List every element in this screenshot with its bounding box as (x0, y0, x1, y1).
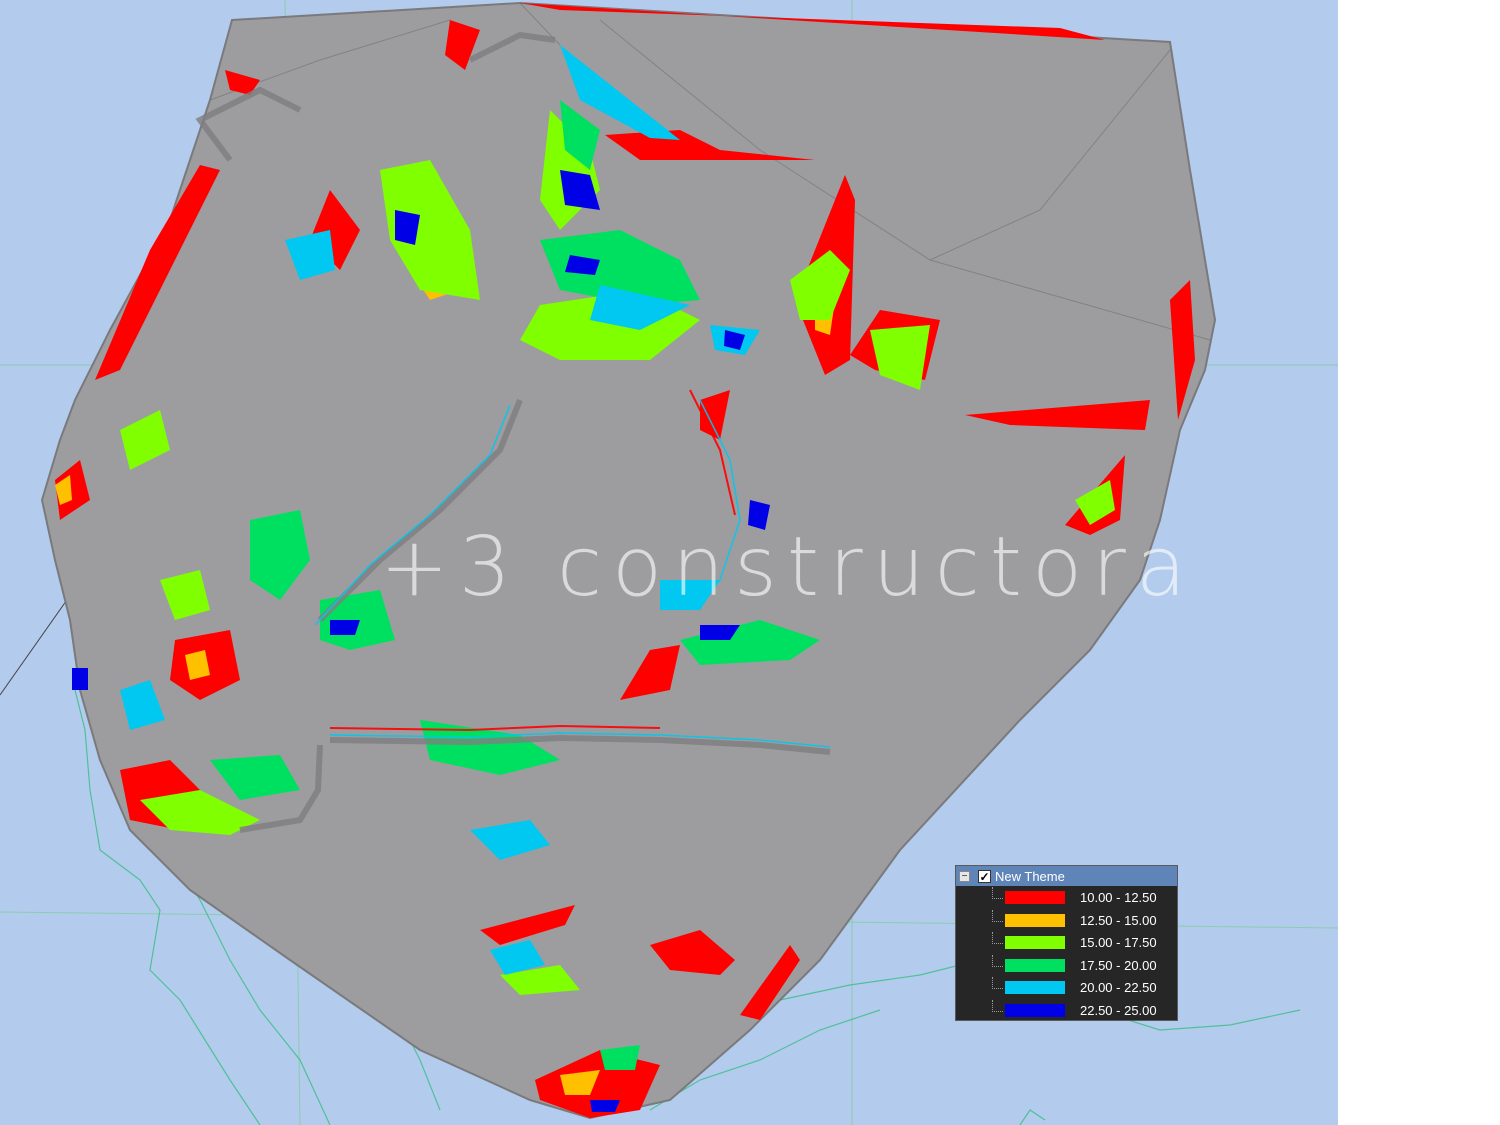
legend-label: 22.50 - 25.00 (1080, 1002, 1157, 1018)
legend-item[interactable]: 20.00 - 22.50 (956, 977, 1177, 1000)
minus-box-icon[interactable]: − (959, 870, 970, 882)
checkmark-icon[interactable]: ✓ (978, 869, 991, 883)
legend-item[interactable]: 15.00 - 17.50 (956, 932, 1177, 955)
legend-panel: − ✓ New Theme 10.00 - 12.50 12.50 - 15.00… (955, 865, 1178, 1021)
legend-item[interactable]: 17.50 - 20.00 (956, 954, 1177, 978)
legend-swatch (1005, 936, 1065, 949)
legend-swatch (1005, 1003, 1065, 1017)
legend-label: 12.50 - 15.00 (1080, 912, 1157, 928)
legend-item[interactable]: 12.50 - 15.00 (956, 909, 1177, 933)
tree-connector (992, 932, 1003, 944)
legend-label: 17.50 - 20.00 (1080, 957, 1157, 973)
legend-label: 20.00 - 22.50 (1080, 980, 1157, 995)
tree-connector (992, 909, 1003, 922)
legend-title: New Theme (995, 868, 1065, 884)
legend-swatch (1005, 891, 1065, 904)
legend-label: 15.00 - 17.50 (1080, 935, 1157, 950)
tree-connector (992, 954, 1003, 967)
legend-label: 10.00 - 12.50 (1080, 890, 1157, 905)
tree-connector (992, 887, 1003, 899)
tree-connector (992, 977, 1003, 989)
legend-swatch (1005, 981, 1065, 994)
legend-items: 10.00 - 12.50 12.50 - 15.00 15.00 - 17.50 1… (956, 886, 1177, 1022)
legend-swatch (1005, 913, 1065, 927)
legend-item[interactable]: 10.00 - 12.50 (956, 887, 1177, 910)
legend-swatch (1005, 958, 1065, 972)
legend-item[interactable]: 22.50 - 25.00 (956, 999, 1177, 1023)
legend-header: − ✓ New Theme (956, 866, 1177, 886)
tree-connector (992, 999, 1003, 1012)
